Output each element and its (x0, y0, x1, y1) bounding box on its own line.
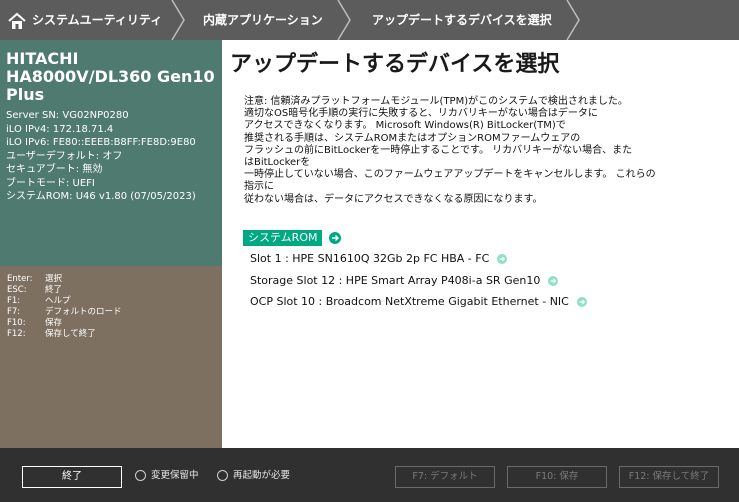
key-action: 保存 (45, 318, 63, 328)
system-rom-item[interactable]: システムROM (243, 230, 323, 246)
page-title: アップデートするデバイスを選択 (230, 52, 560, 77)
changes-pending-indicator: 変更保留中 (135, 468, 199, 484)
tpm-warning-text: 注意: 信頼済みプラットフォームモジュール(TPM)がこのシステムで検出されまし… (244, 96, 656, 205)
boot-mode: ブートモード: UEFI (6, 177, 95, 189)
key-action: 終了 (45, 285, 63, 295)
key-name: F7: (7, 307, 21, 317)
arrow-right-circle-icon[interactable] (576, 297, 587, 307)
home-icon[interactable] (8, 12, 26, 30)
key-hint: F1: ヘルプ (7, 296, 71, 307)
main-content: アップデートするデバイスを選択 注意: 信頼済みプラットフォームモジュール(TP… (222, 40, 739, 448)
reboot-required-label: 再起動が必要 (233, 470, 291, 481)
device-item[interactable]: OCP Slot 10 : Broadcom NetXtreme Gigabit… (250, 295, 587, 308)
breadcrumb-item-select-device[interactable]: アップデートするデバイスを選択 (372, 0, 552, 40)
system-rom: システムROM: U46 v1.80 (07/05/2023) (6, 191, 196, 202)
status-circle-icon (135, 470, 146, 481)
key-name: F12: (7, 329, 26, 339)
reboot-required-indicator: 再起動が必要 (217, 468, 290, 484)
key-action: デフォルトのロード (45, 307, 122, 317)
chevron-right-icon (337, 0, 351, 40)
changes-pending-label: 変更保留中 (151, 470, 199, 481)
key-action: 保存して終了 (45, 329, 96, 339)
device-label: Slot 1 : HPE SN1610Q 32Gb 2p FC HBA - FC (250, 252, 490, 265)
exit-button[interactable]: 終了 (22, 466, 122, 488)
key-action: ヘルプ (45, 296, 71, 306)
device-item[interactable]: Slot 1 : HPE SN1610Q 32Gb 2p FC HBA - FC (250, 252, 508, 265)
server-model: HITACHI HA8000V/DL360 Gen10 Plus (6, 49, 215, 104)
key-hint: Enter: 選択 (7, 274, 62, 285)
system-info-list: Server SN: VG02NP0280 iLO IPv4: 172.18.7… (6, 109, 222, 204)
key-hint: ESC: 終了 (7, 285, 62, 296)
key-hint: F12: 保存して終了 (7, 329, 96, 340)
server-serial: Server SN: VG02NP0280 (6, 110, 129, 121)
status-circle-icon (217, 470, 228, 481)
system-info-panel: HITACHI HA8000V/DL360 Gen10 Plus Server … (0, 40, 222, 266)
arrow-right-circle-icon[interactable] (329, 232, 341, 244)
key-name: ESC: (7, 285, 27, 295)
f10-save-button[interactable]: F10: 保存 (507, 466, 607, 488)
breadcrumb: システムユーティリティ 内蔵アプリケーション アップデートするデバイスを選択 (0, 0, 739, 40)
user-defaults: ユーザーデフォルト: オフ (6, 150, 123, 162)
chevron-right-icon (566, 0, 580, 40)
key-action: 選択 (45, 274, 63, 284)
key-hint: F7: デフォルトのロード (7, 307, 122, 318)
device-label: Storage Slot 12 : HPE Smart Array P408i-… (250, 274, 541, 287)
key-name: Enter: (7, 274, 33, 284)
footer-bar: 終了 変更保留中 再起動が必要 F7: デフォルト F10: 保存 F12: 保… (0, 448, 739, 502)
chevron-right-icon (171, 0, 185, 40)
ilo-ipv6: iLO IPv6: FE80::EEEB:B8FF:FE8D:9E80 (6, 137, 196, 148)
arrow-right-circle-icon[interactable] (497, 254, 508, 264)
f7-defaults-button[interactable]: F7: デフォルト (395, 466, 495, 488)
secure-boot: セキュアブート: 無効 (6, 164, 103, 175)
key-name: F10: (7, 318, 26, 328)
ilo-ipv4: iLO IPv4: 172.18.71.4 (6, 123, 114, 135)
key-name: F1: (7, 296, 21, 306)
arrow-right-circle-icon[interactable] (548, 276, 559, 286)
breadcrumb-item-embedded-apps[interactable]: 内蔵アプリケーション (203, 0, 323, 40)
breadcrumb-item-system-utilities[interactable]: システムユーティリティ (32, 0, 162, 40)
device-label: OCP Slot 10 : Broadcom NetXtreme Gigabit… (250, 295, 569, 308)
key-hint: F10: 保存 (7, 318, 62, 329)
key-help-panel: Enter: 選択 ESC: 終了 F1: ヘルプ F7: デフォルトのロード F10:… (0, 266, 222, 448)
f12-save-exit-button[interactable]: F12: 保存して終了 (619, 466, 719, 488)
device-item[interactable]: Storage Slot 12 : HPE Smart Array P408i-… (250, 274, 559, 287)
